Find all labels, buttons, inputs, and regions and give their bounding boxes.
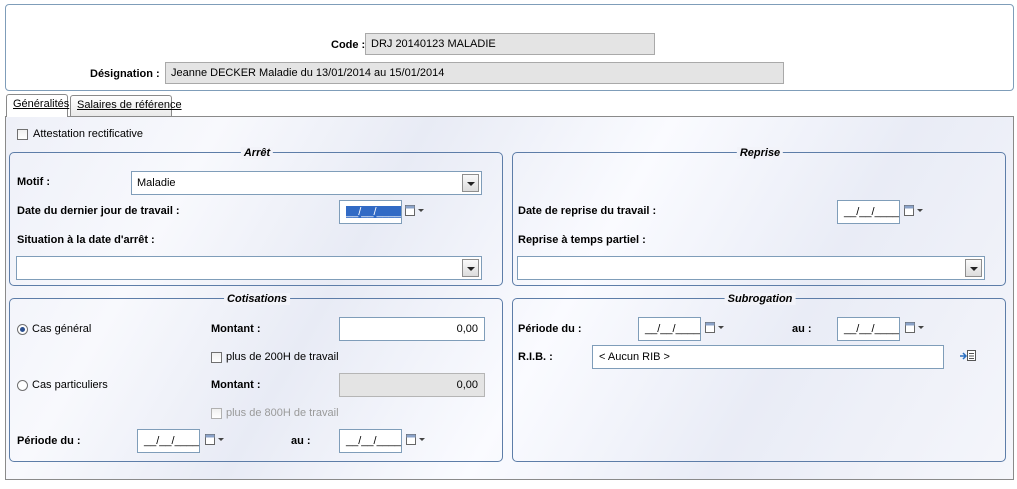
calendar-icon[interactable]: [406, 434, 426, 446]
dernier-jour-value: __/__/____: [346, 206, 402, 218]
reprise-date-value: __/__/____: [844, 206, 900, 218]
cas-general-radio[interactable]: [17, 324, 28, 335]
temps-partiel-select[interactable]: [517, 256, 985, 280]
montant-general-input[interactable]: 0,00: [339, 317, 485, 341]
subrogation-au-label: au :: [792, 323, 812, 335]
rib-select-icon[interactable]: [960, 350, 976, 362]
plus-800h-checkbox[interactable]: [211, 408, 222, 419]
subrogation-periode-du-value: __/__/____: [645, 323, 701, 335]
cas-particuliers-radio[interactable]: [17, 380, 28, 391]
motif-select[interactable]: Maladie: [131, 171, 482, 195]
calendar-icon[interactable]: [205, 434, 225, 446]
rib-label: R.I.B. :: [518, 351, 553, 363]
subrogation-periode-au-input[interactable]: __/__/____: [837, 317, 900, 341]
dropdown-arrow-icon[interactable]: [462, 174, 479, 192]
calendar-icon[interactable]: [705, 322, 725, 334]
arret-title: Arrêt: [240, 147, 274, 159]
plus-200h-label: plus de 200H de travail: [226, 351, 339, 363]
motif-label: Motif :: [17, 176, 50, 188]
cotisations-periode-du-value: __/__/____: [144, 435, 200, 447]
montant-particuliers-label: Montant :: [211, 379, 261, 391]
montant-particuliers-input[interactable]: 0,00: [339, 373, 485, 397]
montant-general-label: Montant :: [211, 323, 261, 335]
situation-select[interactable]: [16, 256, 482, 280]
dernier-jour-date-input[interactable]: __/__/____: [339, 200, 402, 224]
calendar-icon[interactable]: [405, 205, 425, 217]
cas-general-label: Cas général: [32, 323, 92, 335]
calendar-icon[interactable]: [904, 205, 924, 217]
dernier-jour-label: Date du dernier jour de travail :: [17, 205, 180, 217]
cotisations-au-label: au :: [291, 435, 311, 447]
subrogation-periode-du-input[interactable]: __/__/____: [638, 317, 701, 341]
dropdown-arrow-icon[interactable]: [965, 259, 982, 277]
dropdown-arrow-icon[interactable]: [462, 259, 479, 277]
cotisations-periode-label: Période du :: [17, 435, 81, 447]
rib-field[interactable]: < Aucun RIB >: [592, 345, 944, 369]
reprise-date-label: Date de reprise du travail :: [518, 205, 657, 217]
cotisations-periode-au-input[interactable]: __/__/____: [339, 429, 402, 453]
subrogation-title: Subrogation: [724, 293, 796, 305]
cotisations-periode-au-value: __/__/____: [346, 435, 402, 447]
motif-value: Maladie: [137, 177, 176, 189]
situation-label: Situation à la date d'arrêt :: [17, 234, 155, 246]
temps-partiel-label: Reprise à temps partiel :: [518, 234, 646, 246]
cas-particuliers-label: Cas particuliers: [32, 379, 108, 391]
plus-200h-checkbox[interactable]: [211, 352, 222, 363]
attestation-checkbox[interactable]: [17, 129, 28, 140]
reprise-title: Reprise: [736, 147, 784, 159]
rib-value: < Aucun RIB >: [599, 351, 670, 363]
plus-800h-label: plus de 800H de travail: [226, 407, 339, 419]
cotisations-periode-du-input[interactable]: __/__/____: [137, 429, 200, 453]
subrogation-periode-au-value: __/__/____: [844, 323, 900, 335]
cotisations-title: Cotisations: [224, 293, 290, 305]
subrogation-periode-label: Période du :: [518, 323, 582, 335]
attestation-label: Attestation rectificative: [33, 128, 144, 140]
calendar-icon[interactable]: [905, 322, 925, 334]
reprise-date-input[interactable]: __/__/____: [837, 200, 900, 224]
subrogation-group: [512, 298, 1006, 462]
